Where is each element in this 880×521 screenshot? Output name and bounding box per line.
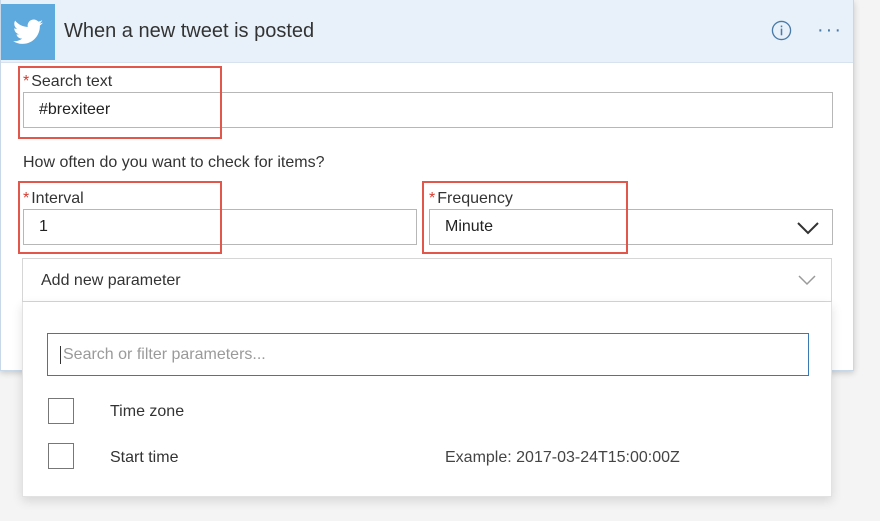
schedule-question: How often do you want to check for items… [23,154,325,171]
parameter-panel: Search or filter parameters... Time zone… [22,302,832,497]
frequency-highlight [422,181,628,254]
card-header[interactable]: When a new tweet is posted ··· [1,0,853,63]
more-options-icon[interactable]: ··· [817,20,843,40]
card-title: When a new tweet is posted [64,20,315,42]
chevron-down-icon[interactable] [796,221,820,235]
start-time-checkbox[interactable] [48,443,74,469]
info-icon[interactable] [771,20,792,41]
twitter-bird-icon [13,19,43,44]
search-text-highlight [18,66,222,139]
time-zone-checkbox[interactable] [48,398,74,424]
parameter-search-placeholder: Search or filter parameters... [63,346,266,363]
parameter-search-input[interactable]: Search or filter parameters... [47,333,809,376]
chevron-down-icon[interactable] [797,274,817,286]
start-time-example: Example: 2017-03-24T15:00:00Z [445,449,680,466]
add-new-parameter-dropdown[interactable]: Add new parameter [22,258,832,302]
twitter-logo [1,4,55,60]
interval-highlight [18,181,222,254]
start-time-label[interactable]: Start time [110,449,178,467]
text-caret [60,345,61,364]
time-zone-label[interactable]: Time zone [110,403,184,421]
